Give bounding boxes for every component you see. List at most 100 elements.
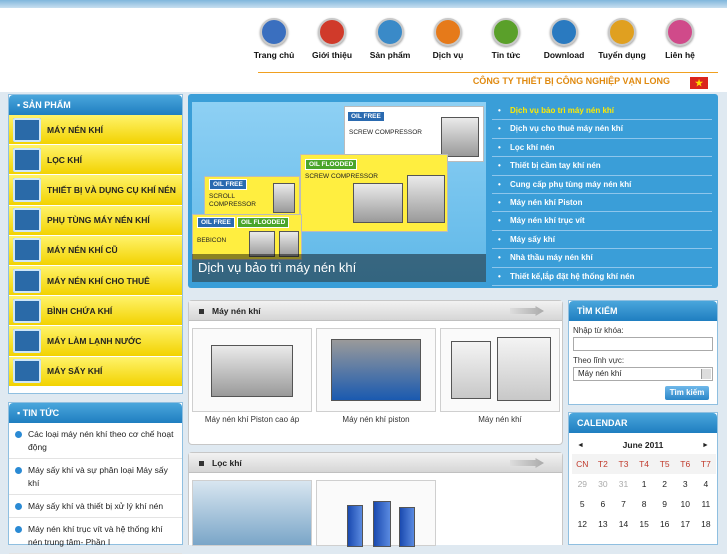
calendar-day[interactable]: 11 [696,494,717,514]
rss-icon [434,18,462,46]
news-item[interactable]: Máy sấy khí và thiết bị xử lý khí nén [9,495,182,518]
weekday-header: T5 [654,454,675,474]
service-link[interactable]: • Thiết kế,lắp đặt hệ thống khí nén [492,268,712,286]
bullet-icon: • [498,161,501,171]
calendar-day[interactable]: 15 [634,514,655,534]
service-link[interactable]: • Dịch vụ bảo trì máy nén khí [492,102,712,121]
calendar-day[interactable]: 4 [696,474,717,494]
calendar-day[interactable]: 30 [593,474,614,494]
nav-label: Trang chủ [253,50,295,60]
calendar-day[interactable]: 18 [696,514,717,534]
weekday-header: T4 [633,454,655,474]
product-category-item[interactable]: MÁY SẤY KHÍ [9,356,182,387]
vietnam-flag-icon[interactable]: ★ [690,77,708,89]
service-link[interactable]: • Máy sấy khí [492,231,712,250]
product-category-item[interactable]: MÁY NÉN KHÍ CHO THUÊ [9,265,182,297]
calendar-day[interactable]: 17 [675,514,696,534]
keyword-input[interactable] [573,337,713,351]
service-link[interactable]: • Dịch vụ cho thuê máy nén khí [492,120,712,139]
category-thumbnail [13,117,41,142]
service-label: Thiết bị cầm tay khí nén [510,161,601,171]
service-label: Máy nén khí Piston [510,197,583,207]
calendar-day[interactable]: 29 [572,474,593,494]
calendar-day[interactable]: 10 [675,494,696,514]
product-name[interactable]: Máy nén khí piston [314,415,438,424]
news-title-text: TIN TỨC [22,408,60,418]
more-arrow-icon[interactable] [510,306,544,316]
service-link[interactable]: • Máy nén khí Piston [492,194,712,213]
product-name[interactable]: Máy nén khí Piston cao áp [190,415,314,424]
bullet-icon: • [498,234,501,244]
service-link[interactable]: • Thiết bị cầm tay khí nén [492,157,712,176]
product-category-item[interactable]: PHỤ TÙNG MÁY NÉN KHÍ [9,205,182,236]
search-button[interactable]: Tìm kiếm [665,386,709,400]
weekday-header: T3 [613,454,634,474]
prev-month-icon[interactable]: ◄ [577,442,584,449]
filter-panel-head: Lọc khí [189,453,562,473]
products-panel-title: ▪ SẢN PHẨM [9,95,182,115]
calendar-day[interactable]: 16 [654,514,675,534]
product-category-item[interactable]: MÁY NÉN KHÍ [9,115,182,146]
product-name[interactable]: Máy nén khí [438,415,562,424]
category-label: THIẾT BỊ VÀ DỤNG CỤ KHÍ NÉN [47,184,176,195]
service-link[interactable]: • Lọc khí nén [492,139,712,158]
nav-item-4[interactable]: Dịch vụ [419,18,477,60]
calendar-day[interactable]: 5 [572,494,593,514]
nav-item-8[interactable]: Liên hệ [651,18,709,60]
weekday-header: T7 [695,454,717,474]
dropdown-arrow-icon[interactable] [701,369,711,379]
product-category-item[interactable]: MÁY LÀM LẠNH NƯỚC [9,326,182,357]
product-image[interactable] [316,328,436,412]
category-thumbnail [13,177,41,202]
product-image[interactable] [316,480,436,547]
banner-caption: Dịch vụ bảo trì máy nén khí [192,254,486,282]
calendar-day[interactable]: 8 [634,494,655,514]
banner-card: OIL FLOODED SCREW COMPRESSOR [300,154,448,232]
more-arrow-icon[interactable] [510,458,544,468]
calendar-day[interactable]: 14 [613,514,634,534]
product-category-item[interactable]: MÁY NÉN KHÍ CŨ [9,235,182,266]
calendar-day[interactable]: 7 [613,494,634,514]
nav-item-6[interactable]: Download [535,18,593,60]
product-image[interactable] [440,328,560,412]
service-link[interactable]: • Máy nén khí trục vít [492,212,712,231]
field-select[interactable]: Máy nén khí [573,367,713,381]
service-link[interactable]: • Cung cấp phụ tùng máy nén khí [492,176,712,194]
product-category-item[interactable]: THIẾT BỊ VÀ DỤNG CỤ KHÍ NÉN [9,175,182,206]
filter-panel: Lọc khí [188,452,563,547]
news-item[interactable]: Máy sấy khí và sự phân loại Máy sấy khí [9,459,182,495]
home-icon [260,18,288,46]
main-nav: Trang chủ Giới thiệu Sản phẩm Dịch vụ Tin tứ… [245,18,709,60]
company-name: CÔNG TY THIẾT BỊ CÔNG NGHIỆP VẠN LONG [472,76,670,86]
nav-item-5[interactable]: Tin tức [477,18,535,60]
calendar-day[interactable]: 3 [675,474,696,494]
nav-label: Download [543,50,585,60]
service-link[interactable]: • Nhà thầu máy nén khí [492,249,712,268]
product-category-item[interactable]: BÌNH CHỨA KHÍ [9,296,182,327]
nav-item-1[interactable]: Trang chủ [245,18,303,60]
category-thumbnail [13,298,41,323]
calendar-day[interactable]: 1 [634,474,655,494]
product-image[interactable] [192,328,312,412]
calendar-day[interactable]: 2 [654,474,675,494]
bullet-icon: • [498,253,501,263]
next-month-icon[interactable]: ► [702,442,709,449]
bullet-icon [15,431,22,438]
nav-item-3[interactable]: Sản phẩm [361,18,419,60]
calendar-day[interactable]: 9 [654,494,675,514]
compressor-image [273,183,295,213]
calendar-day[interactable]: 12 [572,514,593,534]
badge: OIL FREE [209,179,247,190]
nav-item-7[interactable]: Tuyển dụng [593,18,651,60]
field-label: Theo lĩnh vực: [573,356,625,365]
calendar-grid: CN T2 T3 T4 T5 T6 T7 29 30 31 1 2 3 4 5 6 7 8 9 10 11 12 13 14 1… [572,454,717,534]
news-item[interactable]: Các loại máy nén khí theo cơ chế hoạt độ… [9,423,182,459]
product-image[interactable] [192,480,312,546]
bullet-icon: • [498,142,501,152]
calendar-day[interactable]: 6 [593,494,614,514]
calendar-day[interactable]: 31 [613,474,634,494]
product-category-item[interactable]: LỌC KHÍ [9,145,182,176]
nav-item-2[interactable]: Giới thiệu [303,18,361,60]
news-item[interactable]: Máy nén khí trục vít và hệ thống khí nén… [9,518,182,554]
calendar-day[interactable]: 13 [593,514,614,534]
